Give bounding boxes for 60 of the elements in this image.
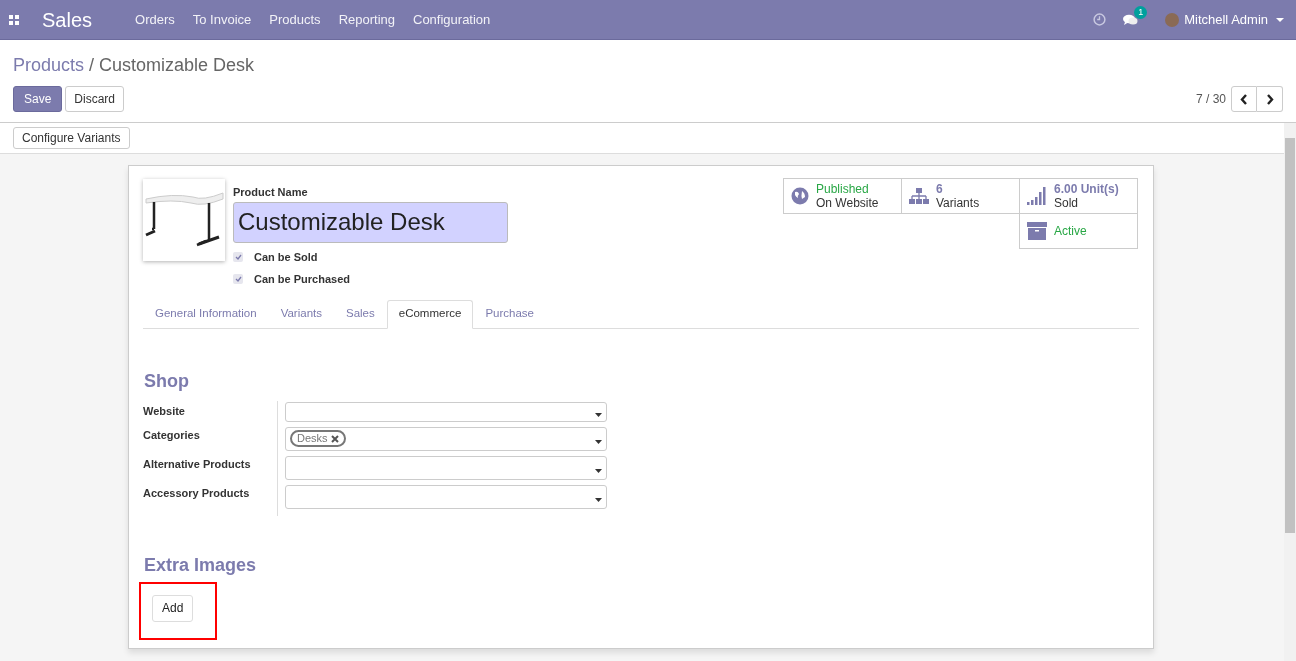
chat-icon[interactable] xyxy=(1123,13,1139,26)
section-title: Shop xyxy=(143,369,190,393)
many2one-field[interactable] xyxy=(285,455,607,480)
product-name-field[interactable]: Customizable Desk xyxy=(233,201,508,243)
field-label: Alternative Products xyxy=(143,456,251,472)
signal-bars-icon xyxy=(1027,187,1047,205)
dropdown-caret-icon[interactable] xyxy=(595,497,602,502)
hierarchy-icon xyxy=(909,188,929,204)
field-label: Website xyxy=(143,403,185,419)
configure-variants-button[interactable]: Configure Variants xyxy=(13,127,130,149)
many2one-field[interactable]: Desks xyxy=(285,426,607,451)
app-title[interactable]: Sales xyxy=(42,4,93,35)
nav-menu-item[interactable]: Reporting xyxy=(338,9,395,30)
nav-menu-item[interactable]: Orders xyxy=(135,9,175,30)
checkbox-label: Can be Sold xyxy=(254,249,318,265)
breadcrumb-current: Customizable Desk xyxy=(99,54,255,77)
checkbox-label: Can be Purchased xyxy=(254,272,350,287)
chevron-right-icon xyxy=(1265,93,1274,105)
category-tag[interactable]: Desks xyxy=(290,430,346,447)
website-smart-button[interactable]: Published On Website xyxy=(783,178,902,214)
chevron-left-icon xyxy=(1240,93,1248,105)
dropdown-caret-icon[interactable] xyxy=(595,439,602,444)
field-label: Categories xyxy=(143,427,200,443)
field-label: Product Name xyxy=(233,185,309,200)
apps-menu-icon[interactable] xyxy=(9,14,19,25)
clock-icon[interactable] xyxy=(1093,13,1107,26)
user-menu[interactable]: Mitchell Admin xyxy=(1184,9,1268,30)
tab[interactable]: eCommerce xyxy=(386,299,474,329)
section-title: Extra Images xyxy=(143,553,258,577)
many2one-field[interactable] xyxy=(285,484,607,509)
next-button[interactable] xyxy=(1257,86,1283,112)
add-button[interactable]: Add xyxy=(152,594,194,622)
tab[interactable]: Variants xyxy=(268,299,334,329)
checkbox[interactable] xyxy=(233,251,243,262)
breadcrumb-link[interactable]: Products xyxy=(13,52,85,79)
sold-smart-button[interactable]: 6.00 Unit(s) Sold xyxy=(1019,178,1138,214)
tab[interactable]: Purchase xyxy=(473,299,546,329)
field-label: Accessory Products xyxy=(143,485,250,501)
nav-menu-item[interactable]: To Invoice xyxy=(192,9,252,30)
tab[interactable]: General Information xyxy=(143,299,269,329)
pager-counter: 7 / 30 xyxy=(1195,91,1226,108)
message-count-badge: 1 xyxy=(1134,5,1148,19)
scrollbar[interactable] xyxy=(1284,123,1296,661)
caret-icon[interactable] xyxy=(1276,17,1284,22)
dropdown-caret-icon[interactable] xyxy=(595,412,602,417)
nav-menu-item[interactable]: Products xyxy=(269,9,321,30)
globe-icon xyxy=(791,187,809,205)
active-smart-button[interactable]: Active xyxy=(1019,213,1138,249)
remove-tag-icon[interactable] xyxy=(330,434,339,443)
checkbox[interactable] xyxy=(233,274,243,285)
archive-box-icon xyxy=(1027,222,1047,240)
save-button[interactable]: Save xyxy=(13,86,63,112)
breadcrumb-separator: / xyxy=(89,54,95,77)
nav-menu-item[interactable]: Configuration xyxy=(413,9,491,30)
discard-button[interactable]: Discard xyxy=(65,86,125,112)
dropdown-caret-icon[interactable] xyxy=(595,468,602,473)
tab[interactable]: Sales xyxy=(334,299,387,329)
many2one-field[interactable] xyxy=(285,401,607,422)
variants-smart-button[interactable]: 6 Variants xyxy=(901,178,1020,214)
previous-button[interactable] xyxy=(1231,86,1257,112)
